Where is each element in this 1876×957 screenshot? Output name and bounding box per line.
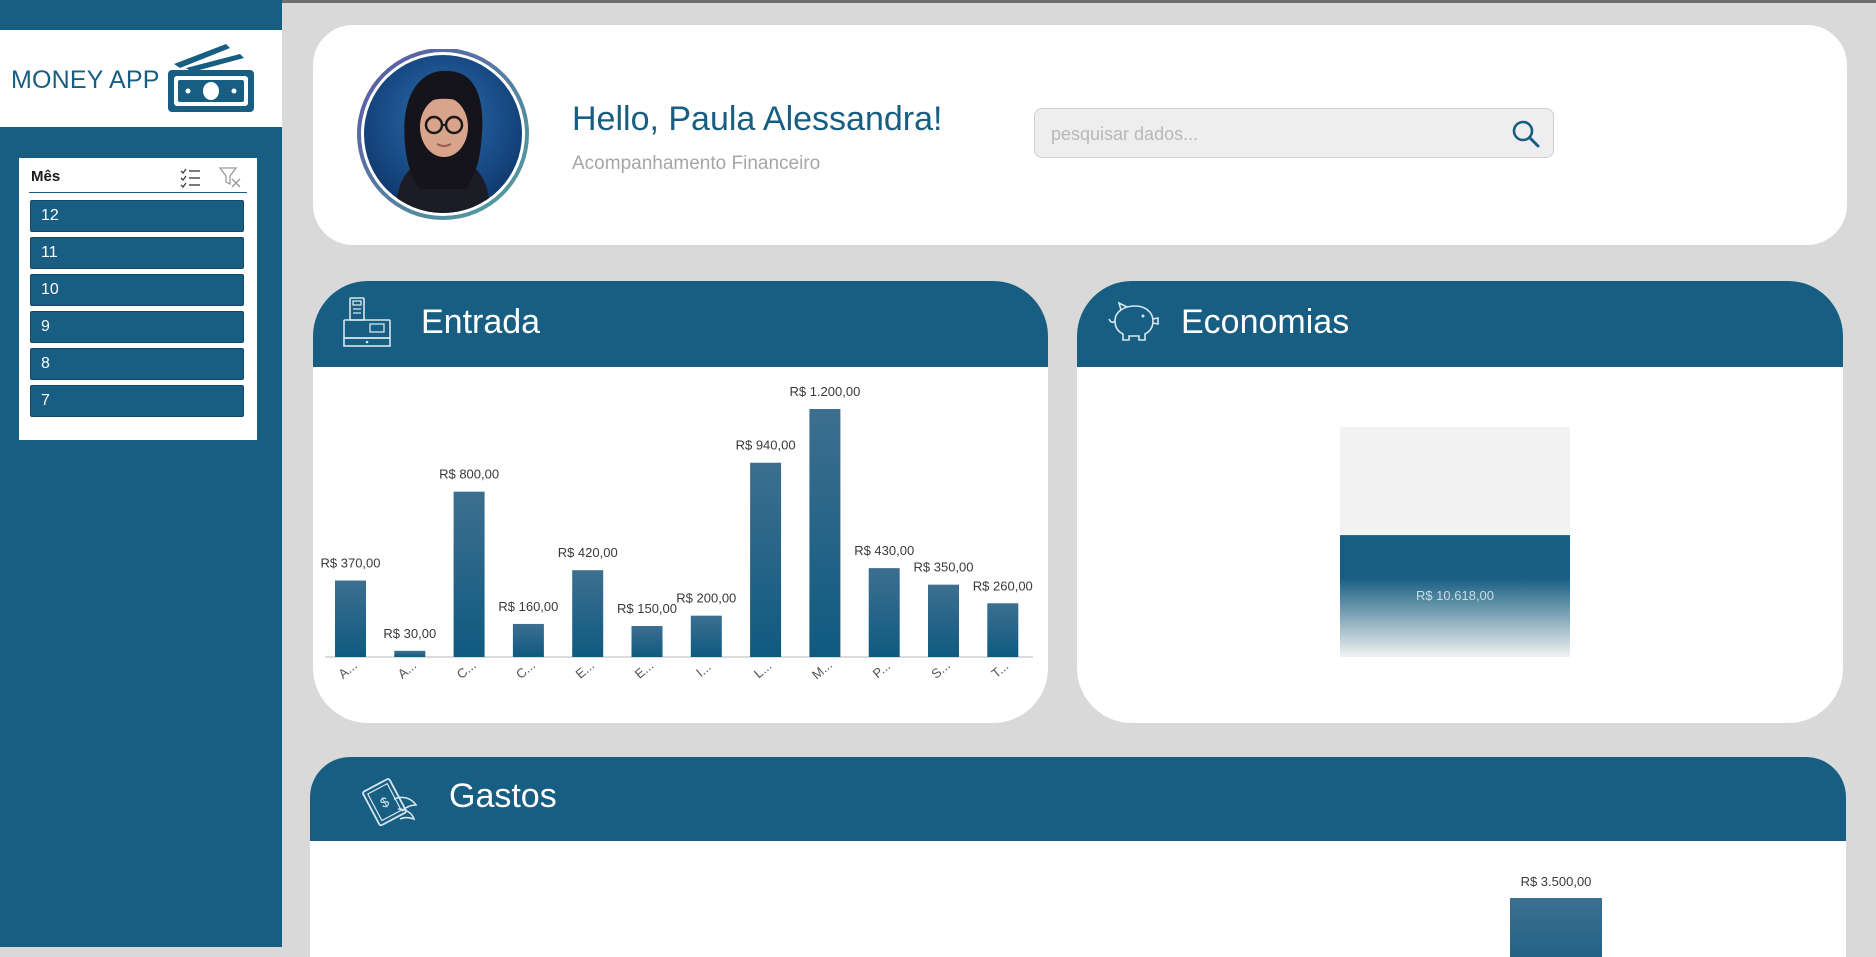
entrada-category-label: M...	[809, 657, 835, 682]
slicer-divider	[29, 192, 247, 193]
clear-filter-icon[interactable]	[219, 166, 241, 188]
gastos-data-label: R$ 3.500,00	[1521, 874, 1592, 889]
entrada-bar[interactable]	[690, 615, 722, 657]
entrada-data-label: R$ 420,00	[558, 545, 618, 560]
entrada-bar[interactable]	[572, 570, 604, 657]
search-input[interactable]	[1049, 119, 1493, 149]
sidebar: MONEY APP Mês 12 11 10 9 8 7	[0, 0, 282, 947]
slicer-item-label: 8	[41, 355, 50, 372]
entrada-category-label: C...	[513, 657, 538, 681]
slicer-item-8[interactable]: 8	[30, 348, 244, 380]
entrada-bar-chart: R$ 370,00 A... R$ 30,00 A... R$ 800,00 C... R$…	[321, 384, 1033, 682]
entrada-data-label: R$ 30,00	[383, 626, 436, 641]
entrada-bar[interactable]	[750, 462, 782, 657]
entrada-data-label: R$ 940,00	[736, 438, 796, 453]
entrada-bar[interactable]	[335, 580, 366, 657]
subtitle-text: Acompanhamento Financeiro	[572, 153, 821, 174]
slicer-item-9[interactable]: 9	[30, 311, 244, 343]
entrada-category-label: S...	[928, 658, 953, 682]
avatar	[357, 49, 529, 220]
entrada-data-label: R$ 370,00	[321, 556, 381, 571]
slicer-title: Mês	[31, 168, 61, 185]
entrada-data-label: R$ 160,00	[498, 599, 558, 614]
slicer-item-12[interactable]: 12	[30, 200, 244, 232]
gastos-bar[interactable]	[1510, 898, 1602, 957]
entrada-category-label: E...	[573, 658, 598, 682]
greeting-text: Hello, Paula Alessandra!	[572, 100, 943, 138]
slicer-item-label: 11	[41, 244, 58, 261]
economias-gauge-chart: R$ 10.618,00	[1340, 427, 1570, 657]
entrada-data-label: R$ 1.200,00	[789, 384, 860, 399]
slicer-item-label: 9	[41, 318, 50, 335]
gastos-bar-chart: R$ 3.500,00	[1510, 874, 1602, 957]
gastos-card: $ Gastos R$ 3.500,00	[310, 757, 1846, 957]
entrada-bar[interactable]	[987, 603, 1019, 657]
entrada-bar[interactable]	[453, 491, 485, 657]
entrada-data-label: R$ 800,00	[439, 467, 499, 482]
economias-data-label: R$ 10.618,00	[1416, 588, 1494, 603]
multi-select-icon[interactable]	[179, 166, 201, 188]
slicer-item-7[interactable]: 7	[30, 385, 244, 417]
entrada-category-label: A...	[335, 658, 360, 682]
slicer-item-11[interactable]: 11	[30, 237, 244, 269]
entrada-data-label: R$ 350,00	[914, 560, 974, 575]
entrada-bar[interactable]	[631, 626, 663, 657]
slicer-item-label: 12	[41, 207, 59, 224]
entrada-category-label: I...	[693, 659, 714, 680]
search-box	[1034, 108, 1554, 158]
money-logo-icon	[168, 44, 254, 112]
slicer-item-10[interactable]: 10	[30, 274, 244, 306]
entrada-card: Entrada R$ 370,00 A... R$ 30,00 A... R$ 800,…	[313, 281, 1048, 723]
entrada-data-label: R$ 200,00	[676, 591, 736, 606]
entrada-category-label: C...	[454, 657, 479, 681]
entrada-category-label: L...	[751, 658, 774, 681]
entrada-category-label: E...	[632, 658, 657, 682]
entrada-data-label: R$ 150,00	[617, 601, 677, 616]
app-name: MONEY APP	[11, 66, 160, 94]
logo-panel: MONEY APP	[0, 30, 282, 127]
entrada-data-label: R$ 430,00	[854, 543, 914, 558]
entrada-bar[interactable]	[512, 623, 544, 657]
entrada-category-label: T...	[988, 658, 1011, 681]
entrada-bar[interactable]	[928, 584, 959, 657]
entrada-bar[interactable]	[868, 568, 900, 657]
slicer-item-label: 7	[41, 392, 50, 409]
economias-card: Economias R$ 10.618,00	[1077, 281, 1843, 723]
search-icon[interactable]	[1511, 119, 1541, 149]
entrada-data-label: R$ 260,00	[973, 578, 1033, 593]
entrada-category-label: A...	[395, 658, 420, 682]
slicer-item-label: 10	[41, 281, 59, 298]
entrada-category-label: P...	[870, 658, 893, 681]
entrada-bar[interactable]	[394, 650, 426, 657]
entrada-bar[interactable]	[809, 409, 841, 657]
month-slicer: Mês 12 11 10 9 8 7	[19, 158, 257, 440]
